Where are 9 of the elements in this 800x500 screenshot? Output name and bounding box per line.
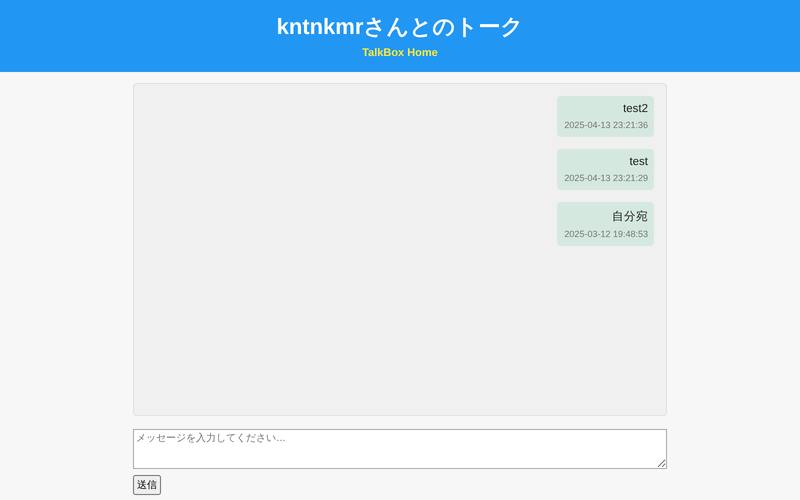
message-text: test2 <box>623 103 648 115</box>
message-time: 2025-04-13 23:21:29 <box>564 173 648 183</box>
message-input-field[interactable]: メッセージを入力してください… <box>133 429 667 469</box>
message-time: 2025-03-12 19:48:53 <box>564 229 648 239</box>
page-title: kntnkmrさんとのトーク <box>276 13 524 41</box>
send-button[interactable]: 送信 <box>133 475 161 495</box>
message-time: 2025-04-13 23:21:36 <box>564 120 648 130</box>
message-text: 自分宛 <box>612 209 648 224</box>
message-text: test <box>629 156 648 168</box>
